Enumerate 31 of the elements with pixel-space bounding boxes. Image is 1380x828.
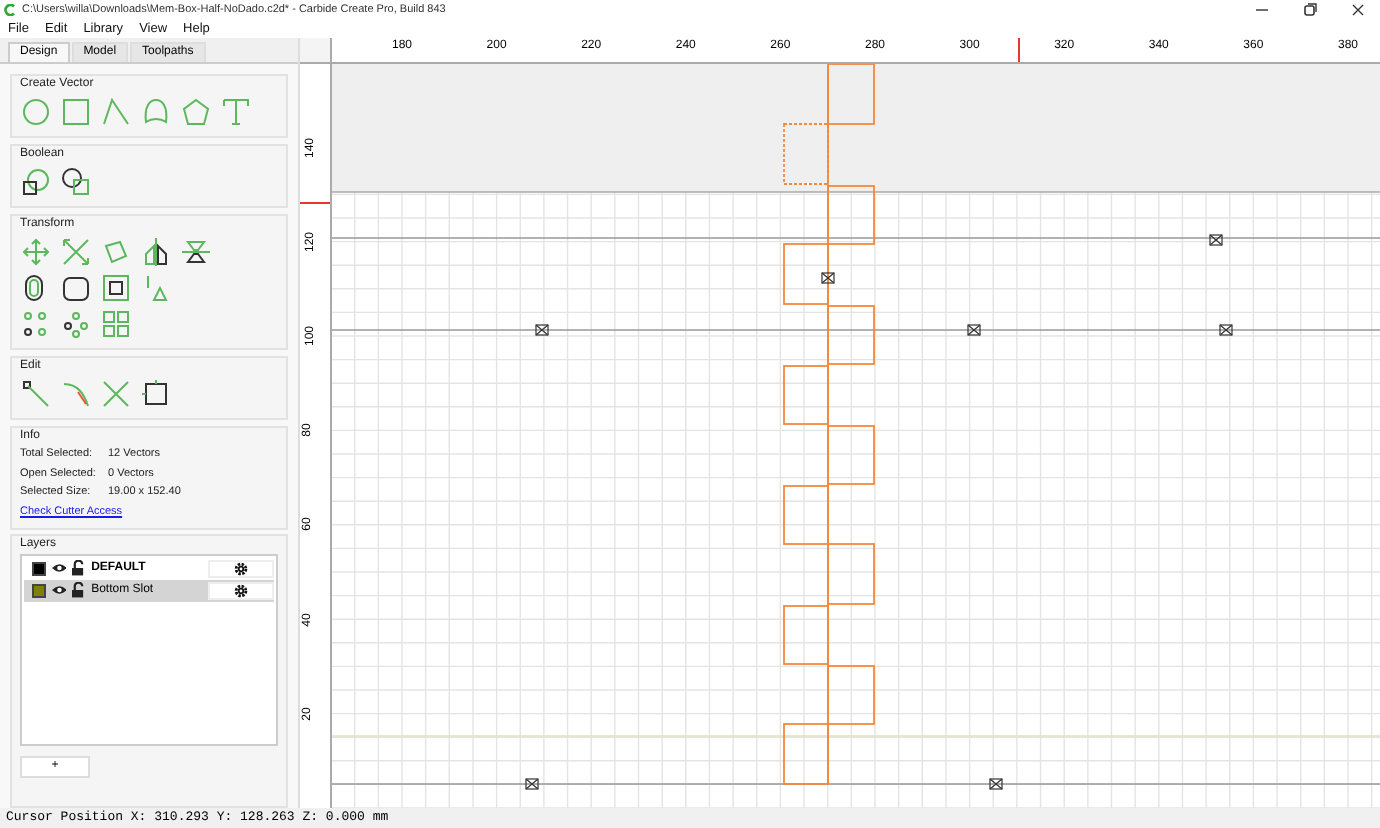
crossed-box-icon — [525, 778, 539, 790]
cursor-marker — [300, 202, 330, 205]
crossed-box-icon — [967, 324, 981, 336]
eye-icon[interactable] — [51, 584, 67, 596]
layer-settings-button[interactable] — [208, 559, 274, 577]
layer-settings-button[interactable] — [208, 581, 274, 599]
crossed-box-icon — [1209, 234, 1223, 246]
crossed-box-icon — [1219, 324, 1233, 336]
layer-color-swatch[interactable] — [32, 583, 46, 597]
layer-color-swatch[interactable] — [32, 561, 46, 575]
circular-array-icon[interactable] — [62, 310, 90, 338]
crossed-box-icon — [535, 324, 549, 336]
close-icon[interactable] — [1350, 2, 1366, 18]
union-icon[interactable] — [22, 168, 50, 196]
curve-edit-icon[interactable] — [62, 380, 90, 408]
mirror-vertical-icon[interactable] — [182, 238, 210, 266]
cursor-marker — [1018, 38, 1021, 62]
fillet-icon[interactable] — [62, 274, 90, 302]
subtract-icon[interactable] — [62, 168, 90, 196]
mirror-icon[interactable] — [142, 238, 170, 266]
eye-icon[interactable] — [51, 562, 67, 574]
crossed-box-icon — [989, 778, 1003, 790]
join-icon[interactable] — [142, 380, 170, 408]
unlocked-padlock-icon[interactable] — [72, 560, 86, 576]
crossed-box-icon — [821, 272, 835, 284]
grid-array-icon[interactable] — [22, 310, 50, 338]
app-logo-icon — [4, 4, 16, 16]
unlocked-padlock-icon[interactable] — [72, 582, 86, 598]
node-edit-icon[interactable] — [22, 380, 50, 408]
align-icon[interactable] — [102, 274, 130, 302]
restore-icon[interactable] — [1302, 2, 1318, 18]
